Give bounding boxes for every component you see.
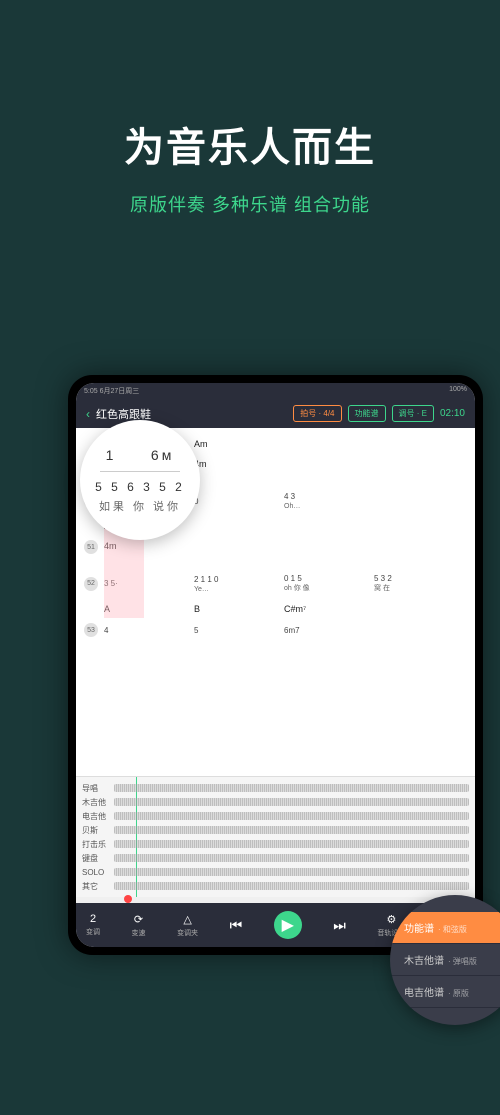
transpose-control[interactable]: 2 变调 — [86, 913, 100, 937]
song-title: 红色高跟鞋 — [96, 406, 287, 422]
waveform[interactable] — [114, 826, 469, 834]
waveform[interactable] — [114, 854, 469, 862]
popup-item[interactable]: 功能谱· 和弦版 — [390, 912, 500, 944]
measure: 5 3 2 窝 在 — [374, 574, 464, 593]
mag-note: 1 — [106, 447, 117, 463]
popup-item[interactable]: 木吉他谱· 弹唱版 — [390, 944, 500, 976]
measure: 4m — [194, 459, 284, 471]
measure: 5 — [194, 626, 284, 635]
track-label: 木吉他 — [82, 797, 114, 808]
waveform[interactable] — [114, 868, 469, 876]
track-label: SOLO — [82, 868, 114, 877]
waveform[interactable] — [114, 840, 469, 848]
track-row[interactable]: SOLO — [82, 865, 469, 879]
measure: 4 3 Oh… — [284, 492, 374, 510]
play-icon: ▶ — [282, 915, 294, 935]
bar-number: 53 — [84, 623, 98, 637]
badge-key[interactable]: 调号 · E — [392, 405, 434, 422]
capo-control[interactable]: △ 变调夹 — [177, 913, 198, 938]
hero-subtitle: 原版伴奏 多种乐谱 组合功能 — [0, 191, 500, 217]
magnifier-lens: 1 6м 5 5 6 3 5 2 如果 你 说你 — [80, 420, 200, 540]
prev-button[interactable]: ⏮ — [230, 917, 243, 934]
time-display: 02:10 — [440, 408, 465, 419]
track-label: 键盘 — [82, 853, 114, 864]
chord-label: Am — [194, 439, 284, 449]
track-row[interactable]: 电吉他 — [82, 809, 469, 823]
waveform[interactable] — [114, 798, 469, 806]
track-label: 打击乐 — [82, 839, 114, 850]
timeline-marker[interactable] — [124, 895, 132, 903]
bar-number: 51 — [84, 540, 98, 554]
mag-notes: 5 5 6 3 5 2 — [92, 480, 188, 494]
chord-label: B — [194, 604, 284, 614]
playhead[interactable] — [136, 777, 137, 897]
status-bar: 5:05 6月27日周三 100% — [76, 383, 475, 399]
tempo-control[interactable]: ⟳ 变速 — [132, 913, 146, 938]
status-time: 5:05 6月27日周三 — [84, 386, 139, 396]
play-button[interactable]: ▶ — [274, 911, 302, 939]
track-row[interactable]: 木吉他 — [82, 795, 469, 809]
track-label: 导唱 — [82, 783, 114, 794]
measure: 0 1 5 oh 你 像 — [284, 574, 374, 593]
measure: 6m7 — [284, 626, 374, 635]
track-row[interactable]: 其它 — [82, 879, 469, 893]
waveform[interactable] — [114, 882, 469, 890]
popup-item[interactable]: 电吉他谱· 原版 — [390, 976, 500, 1008]
timeline[interactable] — [76, 897, 475, 903]
track-label: 其它 — [82, 881, 114, 892]
tracks-panel[interactable]: 导唱木吉他电吉他贝斯打击乐键盘 SOLO 其它 — [76, 776, 475, 897]
badge-sheet-type[interactable]: 功能谱 — [348, 405, 386, 422]
back-button[interactable]: ‹ — [86, 407, 90, 421]
track-row[interactable]: 导唱 — [82, 781, 469, 795]
mag-lyrics: 如果 你 说你 — [92, 498, 188, 514]
track-row[interactable]: 打击乐 — [82, 837, 469, 851]
status-battery: 100% — [449, 386, 467, 396]
mag-note: 6м — [151, 447, 174, 463]
track-row[interactable]: 贝斯 — [82, 823, 469, 837]
next-button[interactable]: ⏭ — [333, 917, 346, 934]
track-label: 电吉他 — [82, 811, 114, 822]
bar-number: 52 — [84, 577, 98, 591]
hero-title: 为音乐人而生 — [0, 115, 500, 173]
measure: 2 1 1 0 Ye… — [194, 575, 284, 593]
measure: 0 — [194, 497, 284, 506]
track-label: 贝斯 — [82, 825, 114, 836]
waveform[interactable] — [114, 812, 469, 820]
track-row[interactable]: 键盘 — [82, 851, 469, 865]
badge-time-sig[interactable]: 拍号 · 4/4 — [293, 405, 341, 422]
chord-label: C#m⁷ — [284, 604, 374, 614]
waveform[interactable] — [114, 784, 469, 792]
measure: 4 — [104, 626, 194, 635]
